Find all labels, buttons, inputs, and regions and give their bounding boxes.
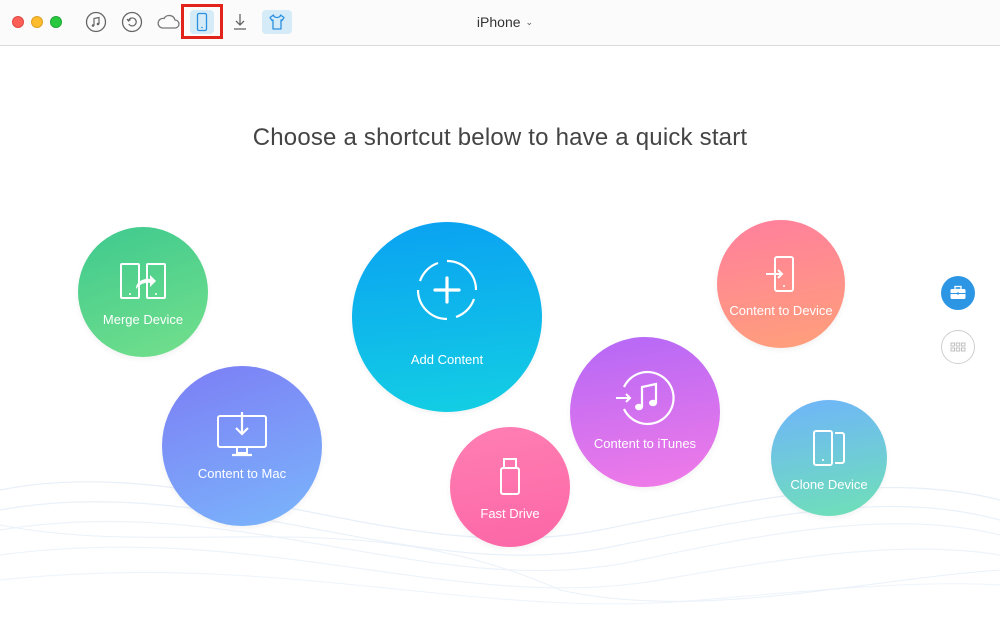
content-to-mac-shortcut[interactable]: Content to Mac [162, 366, 322, 526]
content-to-mac-label: Content to Mac [197, 466, 287, 481]
content-to-device-label: Content to Device [729, 303, 833, 318]
device-name: iPhone [476, 14, 521, 30]
device-manager-button[interactable] [190, 10, 214, 34]
add-plus-icon [416, 259, 478, 321]
more-apps-button[interactable] [941, 330, 975, 364]
title-bar: iPhone ⌄ [0, 0, 1000, 46]
chevron-down-icon: ⌄ [525, 16, 534, 27]
itunes-music-icon [85, 11, 107, 33]
download-button[interactable] [228, 10, 252, 34]
merge-device-icon [120, 263, 166, 299]
download-icon [234, 14, 246, 30]
content-to-device-shortcut[interactable]: Content to Device [717, 220, 845, 348]
icloud-button[interactable] [155, 10, 181, 34]
usb-drive-icon [500, 458, 520, 495]
itunes-library-button[interactable] [84, 10, 108, 34]
fast-drive-shortcut[interactable]: Fast Drive [450, 427, 570, 547]
content-to-itunes-label: Content to iTunes [593, 436, 697, 451]
iphone-device-icon [196, 12, 208, 32]
add-content-label: Add Content [410, 352, 484, 367]
clone-device-icon [813, 430, 845, 466]
clone-device-label: Clone Device [790, 477, 868, 492]
merge-device-shortcut[interactable]: Merge Device [78, 227, 208, 357]
toolkit-button[interactable] [941, 276, 975, 310]
close-window-button[interactable] [12, 16, 24, 28]
clone-device-shortcut[interactable]: Clone Device [771, 400, 887, 516]
content-to-itunes-shortcut[interactable]: Content to iTunes [570, 337, 720, 487]
zoom-window-button[interactable] [50, 16, 62, 28]
itunes-transfer-icon [616, 370, 675, 426]
mac-monitor-icon [217, 412, 267, 457]
merge-device-label: Merge Device [102, 312, 184, 327]
minimize-window-button[interactable] [31, 16, 43, 28]
app-window: iPhone ⌄ Choose a shortcut below to have… [0, 0, 1000, 621]
icloud-icon [157, 14, 180, 29]
transfer-to-device-icon [766, 256, 794, 292]
page-headline: Choose a shortcut below to have a quick … [252, 124, 748, 151]
fast-drive-label: Fast Drive [480, 506, 540, 521]
add-content-shortcut[interactable]: Add Content [352, 222, 542, 412]
device-selector[interactable]: iPhone ⌄ [460, 12, 550, 32]
grid-apps-icon [950, 342, 966, 352]
shirt-theme-icon [269, 14, 285, 30]
restore-history-icon [121, 11, 143, 33]
theme-button[interactable] [262, 10, 292, 34]
toolkit-briefcase-icon [950, 285, 966, 299]
backup-history-button[interactable] [120, 10, 144, 34]
